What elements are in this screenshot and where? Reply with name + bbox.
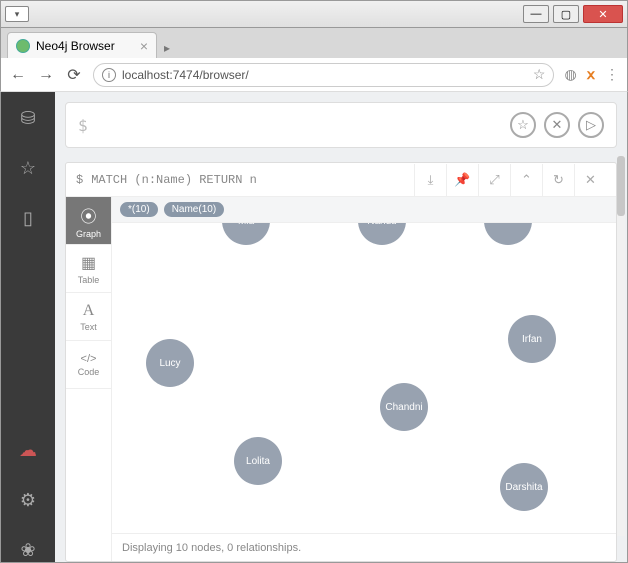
- graph-node[interactable]: Mia: [222, 223, 270, 245]
- result-pin-button[interactable]: 📌: [446, 164, 478, 196]
- app-main: $ ☆ ✕ ▷ $ MATCH (n:Name) RETURN n ⤓ 📌 ⤢ …: [55, 92, 627, 562]
- graph-node[interactable]: [484, 223, 532, 245]
- result-status-bar: Displaying 10 nodes, 0 relationships.: [112, 533, 616, 561]
- result-download-button[interactable]: ⤓: [414, 164, 446, 196]
- sidebar-database-icon[interactable]: ⛁: [16, 106, 40, 130]
- window-minimize-button[interactable]: —: [523, 5, 549, 23]
- new-tab-button[interactable]: ▸: [157, 38, 177, 58]
- bookmark-star-icon[interactable]: ☆: [533, 66, 546, 83]
- graph-node[interactable]: Lolita: [234, 437, 282, 485]
- graph-node[interactable]: Irfan: [508, 315, 556, 363]
- cypher-editor[interactable]: $ ☆ ✕ ▷: [65, 102, 617, 148]
- table-icon: ▦: [81, 253, 96, 273]
- sidebar-documents-icon[interactable]: ▯: [16, 206, 40, 230]
- forward-button[interactable]: →: [37, 66, 55, 84]
- result-expand-button[interactable]: ⤢: [478, 164, 510, 196]
- result-body: ⦿ Graph ▦ Table A Text </> Code: [66, 197, 616, 561]
- window-maximize-button[interactable]: ▢: [553, 5, 579, 23]
- editor-run-button[interactable]: ▷: [578, 112, 604, 138]
- result-view-tabs: ⦿ Graph ▦ Table A Text </> Code: [66, 197, 112, 561]
- result-header: $ MATCH (n:Name) RETURN n ⤓ 📌 ⤢ ⌃ ↻ ✕: [66, 163, 616, 197]
- editor-favorite-button[interactable]: ☆: [510, 112, 536, 138]
- graph-icon: ⦿: [80, 203, 96, 227]
- sidebar-about-icon[interactable]: ❀: [16, 538, 40, 562]
- site-info-icon[interactable]: i: [102, 68, 116, 82]
- window-dropdown[interactable]: ▾: [5, 6, 29, 22]
- window-titlebar: ▾ — ▢ ✕: [0, 0, 628, 28]
- window-close-button[interactable]: ✕: [583, 5, 623, 23]
- result-refresh-button[interactable]: ↻: [542, 164, 574, 196]
- tab-title: Neo4j Browser: [36, 39, 115, 53]
- browser-toolbar: ← → ⟳ i localhost:7474/browser/ ☆ ◍ ⅹ ⋮: [0, 58, 628, 92]
- result-close-button[interactable]: ✕: [574, 164, 606, 196]
- label-pill-name[interactable]: Name(10): [164, 202, 224, 217]
- sidebar-favorites-icon[interactable]: ☆: [16, 156, 40, 180]
- editor-clear-button[interactable]: ✕: [544, 112, 570, 138]
- result-prompt: $: [76, 173, 83, 187]
- view-tab-label: Text: [80, 322, 97, 332]
- view-tab-graph[interactable]: ⦿ Graph: [66, 197, 111, 245]
- graph-node[interactable]: Nandu: [358, 223, 406, 245]
- sidebar-settings-icon[interactable]: ⚙: [16, 488, 40, 512]
- graph-node[interactable]: Lucy: [146, 339, 194, 387]
- address-bar[interactable]: i localhost:7474/browser/ ☆: [93, 63, 554, 87]
- view-tab-text[interactable]: A Text: [66, 293, 111, 341]
- editor-prompt: $: [78, 116, 88, 135]
- text-icon: A: [83, 302, 95, 320]
- result-collapse-button[interactable]: ⌃: [510, 164, 542, 196]
- label-pill-row: *(10) Name(10): [112, 197, 616, 223]
- sidebar-cloud-icon[interactable]: ☁: [16, 438, 40, 462]
- code-icon: </>: [81, 353, 97, 365]
- view-tab-label: Code: [78, 367, 100, 377]
- browser-tab-strip: Neo4j Browser × ▸: [0, 28, 628, 58]
- view-tab-table[interactable]: ▦ Table: [66, 245, 111, 293]
- view-tab-label: Graph: [76, 229, 101, 239]
- scrollbar-thumb[interactable]: [617, 156, 625, 216]
- back-button[interactable]: ←: [9, 66, 27, 84]
- url-text: localhost:7474/browser/: [122, 68, 249, 82]
- reload-button[interactable]: ⟳: [65, 65, 83, 85]
- extension-icon-1[interactable]: ◍: [564, 66, 576, 83]
- graph-canvas[interactable]: Mia Nandu Irfan Lucy Chandni Lolita Darshita: [112, 223, 616, 533]
- extension-icon-2[interactable]: ⅹ: [587, 66, 595, 83]
- label-pill-all[interactable]: *(10): [120, 202, 158, 217]
- graph-node[interactable]: Darshita: [500, 463, 548, 511]
- graph-panel: *(10) Name(10) Mia Nandu Irfan Lucy Chandni L…: [112, 197, 616, 561]
- view-tab-label: Table: [78, 275, 100, 285]
- browser-tab-active[interactable]: Neo4j Browser ×: [7, 32, 157, 58]
- view-tab-code[interactable]: </> Code: [66, 341, 111, 389]
- graph-node[interactable]: Chandni: [380, 383, 428, 431]
- app-sidebar: ⛁ ☆ ▯ ☁ ⚙ ❀: [1, 92, 55, 562]
- browser-menu-icon[interactable]: ⋮: [605, 66, 619, 83]
- neo4j-app: ⛁ ☆ ▯ ☁ ⚙ ❀ $ ☆ ✕ ▷ $ MATCH (n:Name) RET…: [0, 92, 628, 563]
- neo4j-favicon: [16, 39, 30, 53]
- tab-close-icon[interactable]: ×: [140, 38, 148, 54]
- result-query-text: MATCH (n:Name) RETURN n: [91, 173, 257, 187]
- result-frame: $ MATCH (n:Name) RETURN n ⤓ 📌 ⤢ ⌃ ↻ ✕ ⦿ …: [65, 162, 617, 562]
